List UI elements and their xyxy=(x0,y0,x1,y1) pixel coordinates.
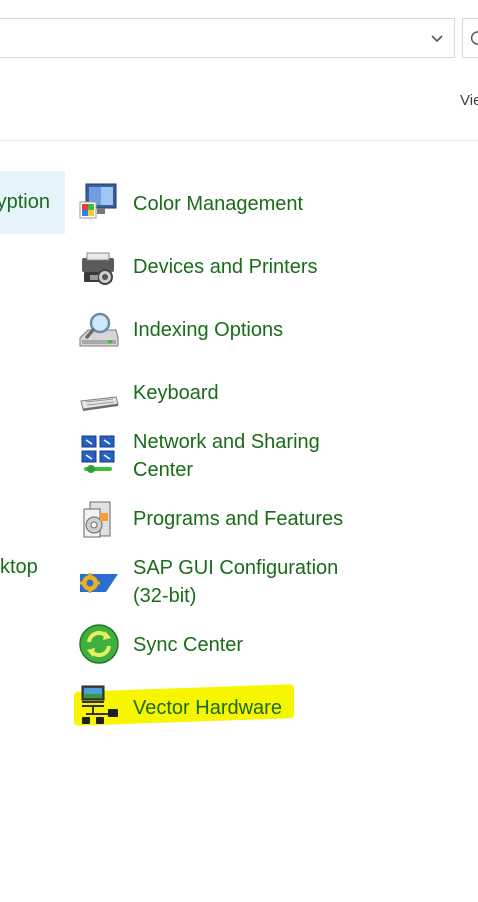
item-devices-printers[interactable]: Devices and Printers xyxy=(76,243,366,293)
header-divider xyxy=(0,140,478,141)
item-sap-gui-configuration[interactable]: SAP GUI Configuration (32-bit) xyxy=(76,554,366,614)
item-keyboard[interactable]: Keyboard xyxy=(76,369,366,419)
sap-gui-icon xyxy=(80,573,118,593)
left-item-selected[interactable]: yption xyxy=(0,171,65,234)
refresh-button[interactable] xyxy=(462,18,478,58)
chevron-down-icon[interactable] xyxy=(430,31,444,45)
keyboard-icon xyxy=(80,396,119,411)
item-indexing-options[interactable]: Indexing Options xyxy=(76,306,366,356)
left-item-selected-label: yption xyxy=(0,191,50,213)
item-label: Vector Hardware xyxy=(133,697,282,719)
item-sync-center[interactable]: Sync Center xyxy=(76,621,366,671)
devices-printers-icon xyxy=(82,252,114,285)
item-label: Keyboard xyxy=(133,382,219,404)
item-label: Programs and Features xyxy=(133,508,344,530)
item-label: SAP GUI Configuration xyxy=(133,557,339,579)
vector-hardware-icon xyxy=(81,685,118,724)
item-programs-features[interactable]: Programs and Features xyxy=(76,495,366,545)
item-label: Color Management xyxy=(133,193,304,215)
network-sharing-icon xyxy=(81,435,115,473)
item-label: Indexing Options xyxy=(133,319,284,341)
item-label-line2: (32-bit) xyxy=(133,585,197,607)
control-panel-window: Vie yption ktop Color Management Devices… xyxy=(0,0,478,902)
item-label-line2: Center xyxy=(133,459,194,481)
programs-features-icon xyxy=(83,501,111,538)
item-network-sharing[interactable]: Network and Sharing Center xyxy=(76,428,366,488)
item-label: Devices and Printers xyxy=(133,256,318,278)
address-bar[interactable] xyxy=(0,18,455,58)
item-label: Sync Center xyxy=(133,634,244,656)
item-color-management[interactable]: Color Management xyxy=(76,180,366,230)
indexing-options-icon xyxy=(79,312,119,347)
item-vector-hardware[interactable]: Vector Hardware xyxy=(76,684,366,734)
refresh-icon xyxy=(470,31,478,45)
item-label: Network and Sharing xyxy=(133,431,320,453)
left-item-desktop[interactable]: ktop xyxy=(0,556,38,579)
sync-center-icon xyxy=(79,624,119,664)
view-by-label[interactable]: Vie xyxy=(460,92,478,109)
color-management-icon xyxy=(79,183,117,219)
